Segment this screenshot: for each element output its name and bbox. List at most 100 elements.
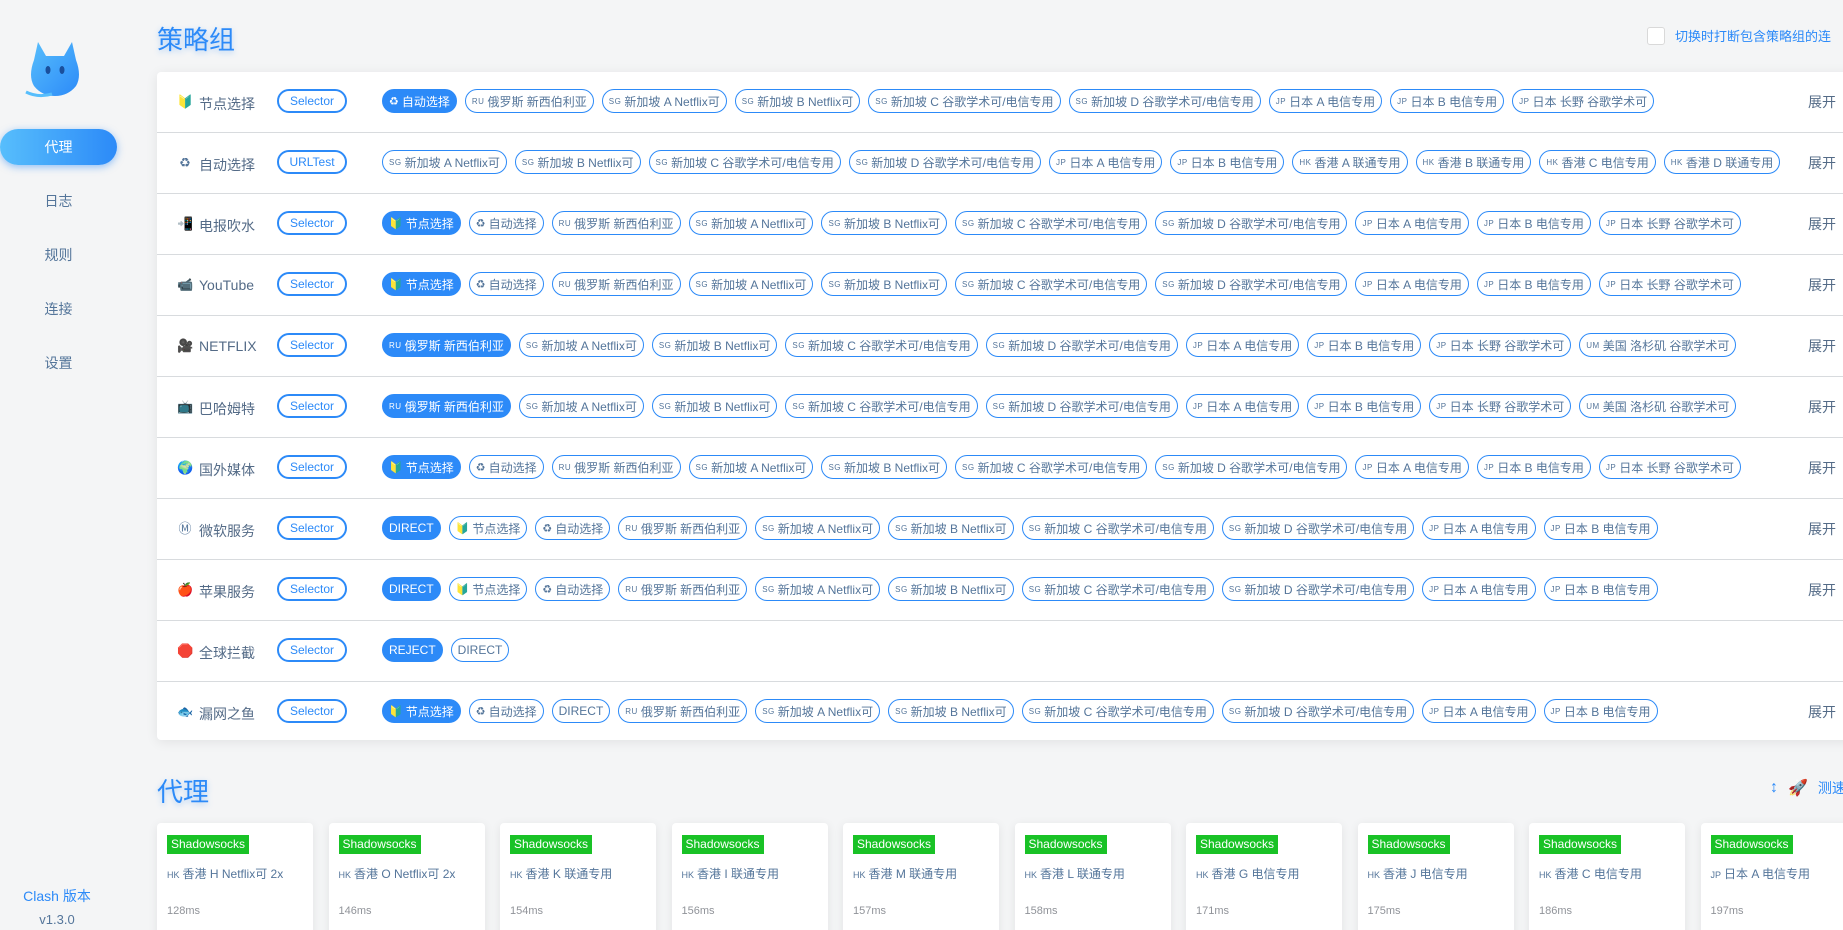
proxy-tag[interactable]: SG 新加坡 D 谷歌学术可/电信专用 [1221,516,1415,540]
proxy-tag[interactable]: SG 新加坡 A Netflix可 [518,333,644,357]
proxy-tag[interactable]: SG 新加坡 D 谷歌学术可/电信专用 [1068,89,1261,113]
proxy-card[interactable]: Shadowsocks HK 香港 H Netflix可 2x 128ms [157,823,313,930]
proxy-tag[interactable]: SG 新加坡 D 谷歌学术可/电信专用 [985,394,1178,418]
proxy-tag[interactable]: SG 新加坡 B Netflix可 [888,577,1014,601]
sort-icon[interactable]: ↕ [1770,779,1778,797]
proxy-tag[interactable]: HK 香港 C 电信专用 [1539,150,1656,174]
proxy-tag[interactable]: 🔰 节点选择 [448,516,528,540]
proxy-tag[interactable]: SG 新加坡 C 谷歌学术可/电信专用 [648,150,841,174]
proxy-tag[interactable]: DIRECT [551,699,611,723]
proxy-tag[interactable]: SG 新加坡 B Netflix可 [821,211,948,235]
proxy-tag[interactable]: SG 新加坡 A Netflix可 [382,150,507,174]
proxy-tag[interactable]: SG 新加坡 D 谷歌学术可/电信专用 [1155,272,1348,296]
expand-button[interactable]: 展开 [1808,275,1836,295]
proxy-tag[interactable]: JP 日本 B 电信专用 [1170,150,1285,174]
proxy-tag[interactable]: SG 新加坡 A Netflix可 [518,394,644,418]
proxy-tag-selected[interactable]: DIRECT [382,577,441,601]
sidebar-item-settings[interactable]: 设置 [0,345,117,381]
proxy-tag[interactable]: SG 新加坡 C 谷歌学术可/电信专用 [955,455,1148,479]
proxy-card[interactable]: Shadowsocks HK 香港 M 联通专用 157ms [843,823,999,930]
proxy-tag[interactable]: JP 日本 B 电信专用 [1476,211,1591,235]
sidebar-item-connections[interactable]: 连接 [0,291,117,327]
expand-button[interactable]: 展开 [1808,519,1836,539]
proxy-tag[interactable]: RU 俄罗斯 新西伯利亚 [618,699,748,723]
proxy-tag[interactable]: JP 日本 A 电信专用 [1422,516,1536,540]
proxy-tag[interactable]: RU 俄罗斯 新西伯利亚 [618,516,748,540]
proxy-tag[interactable]: SG 新加坡 C 谷歌学术可/电信专用 [785,394,978,418]
proxy-tag-selected[interactable]: REJECT [382,638,443,662]
proxy-tag[interactable]: SG 新加坡 B Netflix可 [888,516,1014,540]
proxy-tag[interactable]: JP 日本 B 电信专用 [1543,516,1658,540]
proxy-tag[interactable]: RU 俄罗斯 新西伯利亚 [551,272,681,296]
proxy-tag[interactable]: JP 日本 长野 谷歌学术可 [1429,333,1572,357]
proxy-tag[interactable]: DIRECT [450,638,510,662]
proxy-tag[interactable]: JP 日本 A 电信专用 [1048,150,1163,174]
proxy-tag[interactable]: SG 新加坡 C 谷歌学术可/电信专用 [785,333,978,357]
proxy-tag[interactable]: ♻ 自动选择 [468,272,544,296]
proxy-tag[interactable]: SG 新加坡 A Netflix可 [688,211,814,235]
expand-button[interactable]: 展开 [1808,580,1836,600]
proxy-tag[interactable]: JP 日本 B 电信专用 [1543,699,1658,723]
proxy-tag[interactable]: SG 新加坡 D 谷歌学术可/电信专用 [848,150,1041,174]
proxy-tag[interactable]: SG 新加坡 D 谷歌学术可/电信专用 [1221,577,1415,601]
rocket-icon[interactable]: 🚀 [1788,778,1808,798]
proxy-tag[interactable]: SG 新加坡 A Netflix可 [755,516,881,540]
proxy-tag[interactable]: JP 日本 长野 谷歌学术可 [1598,211,1741,235]
proxy-tag[interactable]: SG 新加坡 D 谷歌学术可/电信专用 [1221,699,1415,723]
proxy-tag[interactable]: HK 香港 A 联通专用 [1292,150,1408,174]
expand-button[interactable]: 展开 [1808,214,1836,234]
proxy-tag[interactable]: JP 日本 B 电信专用 [1543,577,1658,601]
speed-test-button[interactable]: 测速 [1818,778,1843,798]
proxy-tag[interactable]: JP 日本 B 电信专用 [1476,455,1591,479]
proxy-tag[interactable]: 🔰 节点选择 [448,577,528,601]
proxy-tag[interactable]: SG 新加坡 B Netflix可 [651,394,778,418]
proxy-tag[interactable]: JP 日本 A 电信专用 [1355,211,1469,235]
proxy-tag-selected[interactable]: RU 俄罗斯 新西伯利亚 [382,394,511,418]
proxy-tag[interactable]: RU 俄罗斯 新西伯利亚 [464,89,594,113]
sidebar-item-rules[interactable]: 规则 [0,237,117,273]
expand-button[interactable]: 展开 [1808,92,1836,112]
proxy-tag[interactable]: JP 日本 长野 谷歌学术可 [1429,394,1572,418]
expand-button[interactable]: 展开 [1808,153,1836,173]
proxy-card[interactable]: Shadowsocks HK 香港 I 联通专用 156ms [671,823,828,930]
proxy-tag[interactable]: SG 新加坡 A Netflix可 [688,455,814,479]
proxy-tag[interactable]: ♻ 自动选择 [468,455,544,479]
proxy-tag[interactable]: SG 新加坡 C 谷歌学术可/电信专用 [1021,577,1214,601]
proxy-tag[interactable]: ♻ 自动选择 [535,577,611,601]
proxy-tag[interactable]: JP 日本 长野 谷歌学术可 [1598,272,1741,296]
proxy-tag[interactable]: SG 新加坡 B Netflix可 [821,272,948,296]
proxy-card[interactable]: Shadowsocks HK 香港 O Netflix可 2x 146ms [328,823,485,930]
proxy-card[interactable]: Shadowsocks HK 香港 K 联通专用 154ms [500,823,656,930]
proxy-tag[interactable]: ♻ 自动选择 [535,516,611,540]
proxy-tag[interactable]: UM 美国 洛杉矶 谷歌学术可 [1579,394,1737,418]
proxy-tag-selected[interactable]: RU 俄罗斯 新西伯利亚 [382,333,511,357]
expand-button[interactable]: 展开 [1808,458,1836,478]
proxy-tag-selected[interactable]: 🔰 节点选择 [382,211,461,235]
proxy-tag[interactable]: JP 日本 A 电信专用 [1355,455,1469,479]
proxy-tag[interactable]: SG 新加坡 B Netflix可 [514,150,641,174]
proxy-tag[interactable]: SG 新加坡 B Netflix可 [734,89,861,113]
proxy-tag[interactable]: UM 美国 洛杉矶 谷歌学术可 [1579,333,1737,357]
proxy-tag[interactable]: RU 俄罗斯 新西伯利亚 [618,577,748,601]
proxy-tag-selected[interactable]: ♻ 自动选择 [382,89,457,113]
proxy-tag[interactable]: SG 新加坡 A Netflix可 [688,272,814,296]
proxy-tag[interactable]: RU 俄罗斯 新西伯利亚 [551,211,681,235]
proxy-tag-selected[interactable]: 🔰 节点选择 [382,455,461,479]
proxy-tag[interactable]: JP 日本 长野 谷歌学术可 [1512,89,1655,113]
proxy-tag[interactable]: JP 日本 B 电信专用 [1307,333,1422,357]
proxy-card[interactable]: Shadowsocks JP 日本 A 电信专用 197ms [1700,823,1843,930]
proxy-tag[interactable]: SG 新加坡 A Netflix可 [755,577,881,601]
proxy-tag[interactable]: JP 日本 A 电信专用 [1422,699,1536,723]
proxy-tag[interactable]: SG 新加坡 C 谷歌学术可/电信专用 [868,89,1061,113]
proxy-tag[interactable]: SG 新加坡 C 谷歌学术可/电信专用 [955,272,1148,296]
proxy-card[interactable]: Shadowsocks HK 香港 G 电信专用 171ms [1186,823,1342,930]
proxy-tag[interactable]: SG 新加坡 D 谷歌学术可/电信专用 [1155,455,1348,479]
proxy-tag-selected[interactable]: 🔰 节点选择 [382,272,461,296]
proxy-tag[interactable]: JP 日本 长野 谷歌学术可 [1598,455,1741,479]
proxy-tag[interactable]: SG 新加坡 B Netflix可 [651,333,778,357]
proxy-card[interactable]: Shadowsocks HK 香港 L 联通专用 158ms [1014,823,1171,930]
proxy-tag[interactable]: HK 香港 B 联通专用 [1415,150,1532,174]
proxy-tag[interactable]: SG 新加坡 B Netflix可 [821,455,948,479]
proxy-tag[interactable]: JP 日本 A 电信专用 [1422,577,1536,601]
proxy-tag[interactable]: JP 日本 A 电信专用 [1185,333,1300,357]
